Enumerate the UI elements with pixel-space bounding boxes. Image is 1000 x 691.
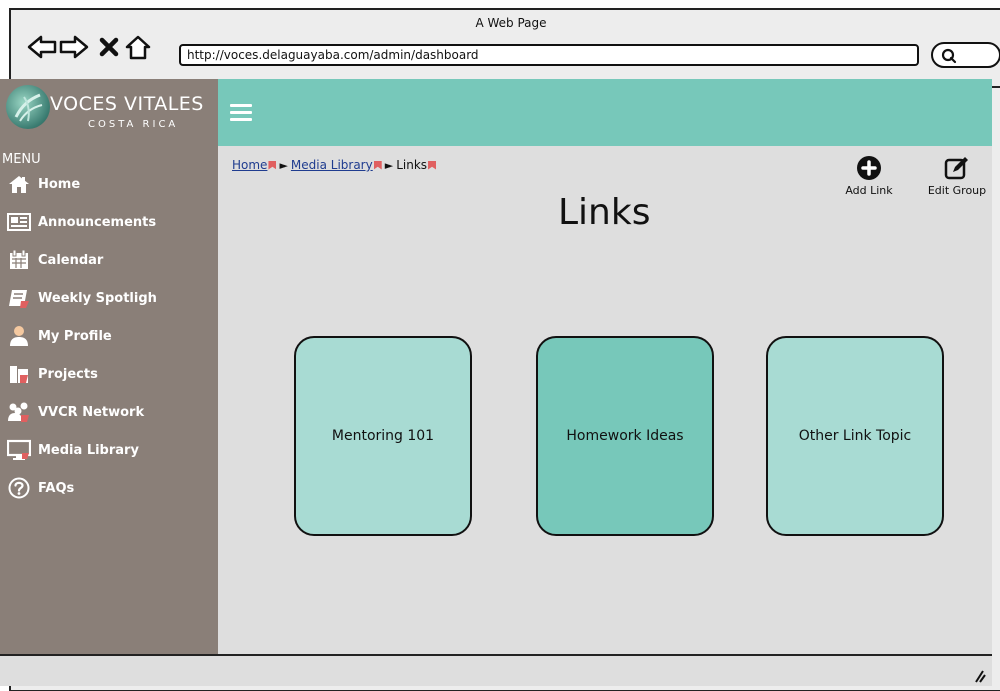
main-content: Home ► Media Library ► Links Links Add L… — [218, 146, 992, 654]
edit-pencil-icon — [924, 154, 990, 182]
edit-group-label: Edit Group — [927, 184, 987, 197]
menu-heading: MENU — [2, 152, 41, 167]
forward-arrow-icon[interactable] — [59, 32, 89, 62]
url-bar[interactable]: http://voces.delaguayaba.com/admin/dashb… — [179, 44, 919, 66]
browser-search-box[interactable] — [931, 42, 1000, 68]
sidebar: MENU Home Announcements Calendar Weekly … — [0, 146, 218, 654]
breadcrumb: Home ► Media Library ► Links — [232, 158, 437, 172]
edit-group-button[interactable]: Edit Group — [924, 154, 990, 197]
sidebar-item-projects[interactable]: Projects — [0, 356, 218, 392]
breadcrumb-separator-icon: ► — [384, 158, 394, 172]
window-title: A Web Page — [475, 16, 547, 30]
brand-subtitle: COSTA RICA — [88, 119, 179, 130]
stop-x-icon[interactable] — [95, 32, 125, 62]
calendar-icon — [6, 249, 32, 271]
resize-grip-icon[interactable] — [974, 668, 986, 687]
sidebar-item-label: VVCR Network — [38, 404, 145, 420]
sidebar-item-weekly-spotlight[interactable]: Weekly Spotligh — [0, 280, 218, 316]
browser-status-bar — [0, 654, 992, 686]
plus-circle-icon — [836, 154, 902, 182]
sidebar-item-label: Media Library — [38, 442, 139, 458]
question-icon — [6, 477, 32, 499]
sidebar-item-announcements[interactable]: Announcements — [0, 204, 218, 240]
add-link-button[interactable]: Add Link — [836, 154, 902, 197]
comment-pin-icon — [373, 160, 382, 170]
sidebar-item-my-profile[interactable]: My Profile — [0, 318, 218, 354]
link-group-card[interactable]: Homework Ideas — [536, 336, 714, 536]
user-icon — [6, 325, 32, 347]
sidebar-item-media-library[interactable]: Media Library — [0, 432, 218, 468]
sidebar-item-calendar[interactable]: Calendar — [0, 242, 218, 278]
browser-home-icon[interactable] — [123, 32, 153, 62]
link-group-card[interactable]: Mentoring 101 — [294, 336, 472, 536]
back-arrow-icon[interactable] — [27, 32, 57, 62]
add-link-label: Add Link — [845, 184, 893, 197]
browser-toolbar: A Web Page http://voces.delaguayaba.com/… — [11, 10, 1000, 88]
sidebar-item-home[interactable]: Home — [0, 166, 218, 202]
breadcrumb-separator-icon: ► — [279, 158, 288, 172]
hamburger-menu-icon[interactable] — [230, 104, 252, 122]
projects-icon — [6, 363, 32, 385]
search-icon — [941, 48, 957, 64]
page-title: Links — [558, 192, 651, 233]
sidebar-item-label: Projects — [38, 366, 98, 382]
sidebar-item-label: Home — [38, 176, 81, 192]
brand-name: VOCES VITALES — [50, 93, 204, 115]
link-group-card[interactable]: Other Link Topic — [766, 336, 944, 536]
voces-vitales-logo-icon — [6, 85, 50, 129]
monitor-icon — [6, 439, 32, 461]
top-navigation-bar — [218, 79, 992, 146]
sidebar-item-label: My Profile — [38, 328, 112, 344]
breadcrumb-media-library-link[interactable]: Media Library — [291, 158, 373, 172]
network-icon — [6, 401, 32, 423]
sidebar-item-label: Calendar — [38, 252, 104, 268]
newspaper-icon — [6, 211, 32, 233]
book-icon — [6, 287, 32, 309]
breadcrumb-home-link[interactable]: Home — [232, 158, 267, 172]
card-label: Homework Ideas — [566, 428, 684, 444]
sidebar-item-vvcr-network[interactable]: VVCR Network — [0, 394, 218, 430]
breadcrumb-current: Links — [396, 158, 428, 172]
card-label: Other Link Topic — [798, 428, 912, 444]
comment-pin-icon — [268, 160, 277, 170]
comment-pin-icon — [428, 160, 437, 170]
sidebar-item-label: Announcements — [38, 214, 157, 230]
sidebar-item-faqs[interactable]: FAQs — [0, 470, 218, 506]
sidebar-item-label: Weekly Spotligh — [38, 290, 157, 306]
home-icon — [6, 173, 32, 195]
card-label: Mentoring 101 — [331, 428, 435, 444]
brand-logo[interactable]: VOCES VITALES COSTA RICA — [0, 79, 218, 146]
app-container: VOCES VITALES COSTA RICA MENU Home Annou… — [0, 79, 992, 654]
sidebar-item-label: FAQs — [38, 480, 75, 496]
